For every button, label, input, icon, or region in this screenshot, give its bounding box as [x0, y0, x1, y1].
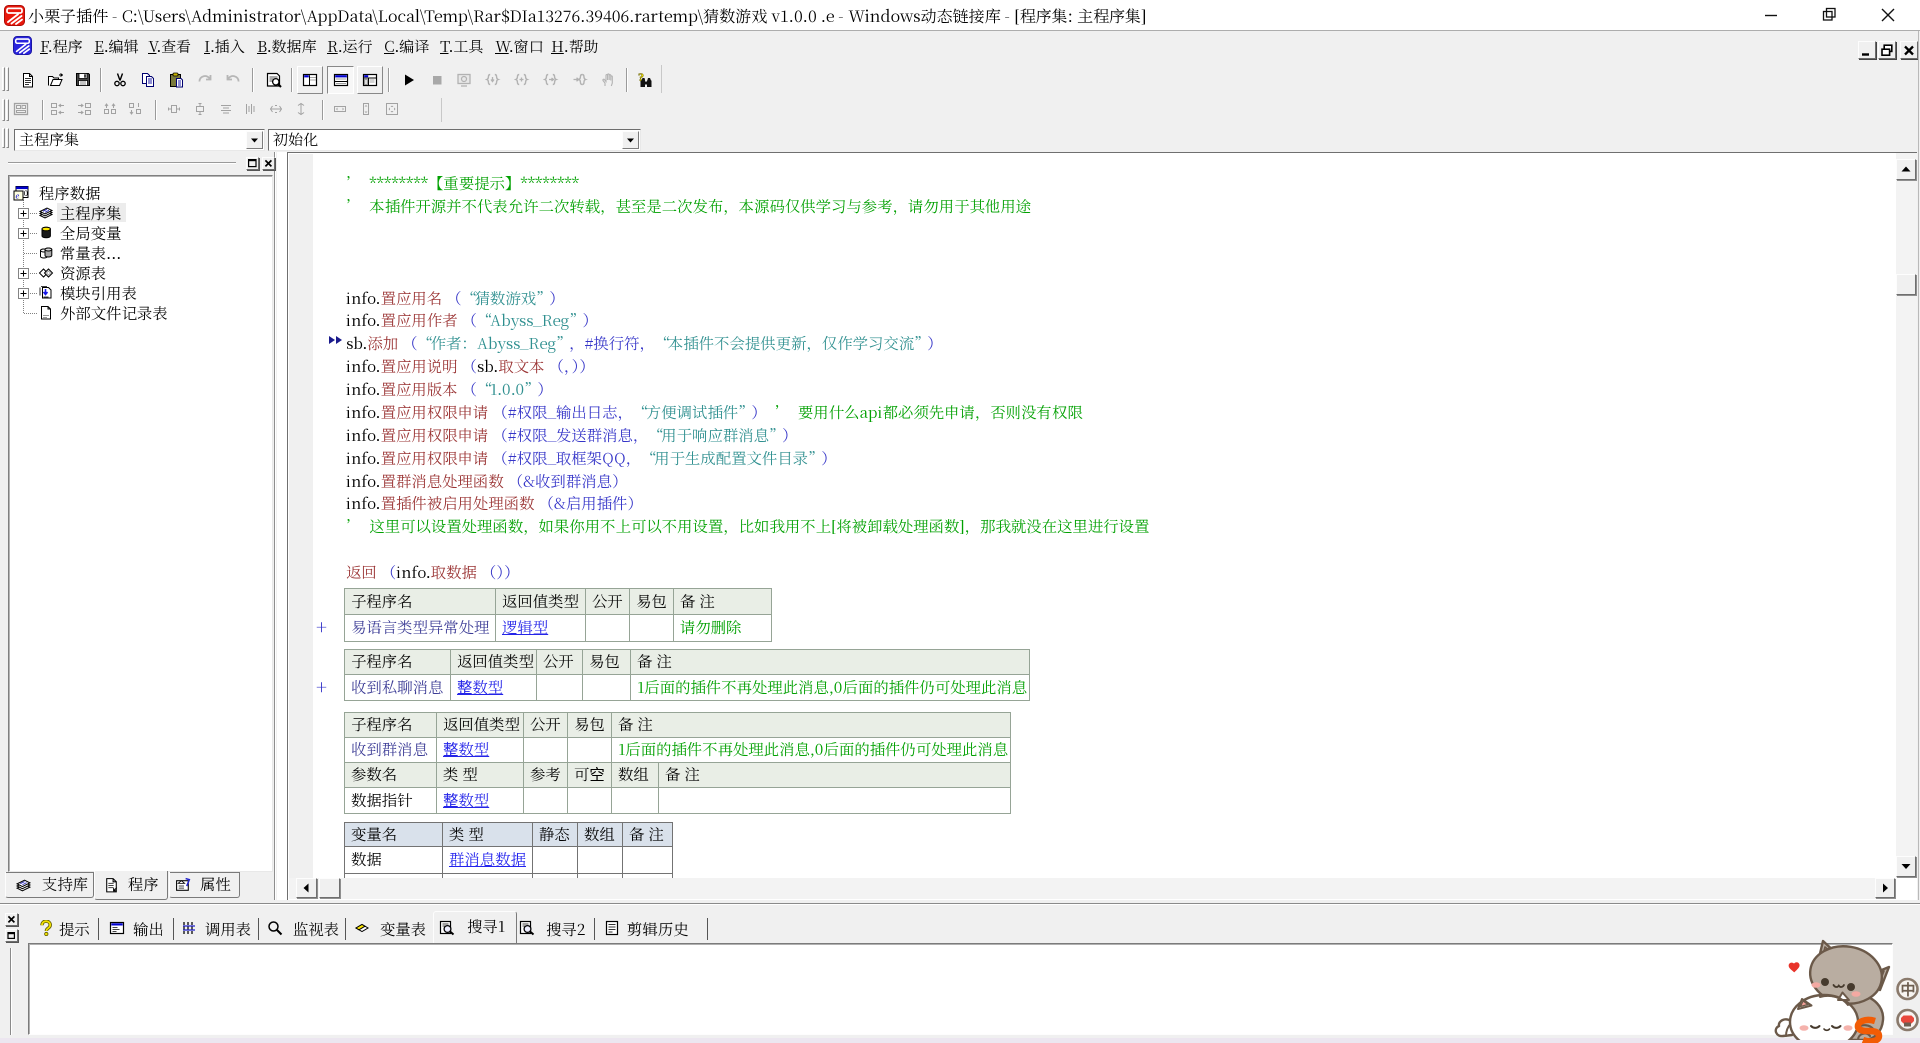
svg-text:中: 中: [1901, 979, 1916, 1000]
svg-text:e: e: [16, 191, 20, 201]
